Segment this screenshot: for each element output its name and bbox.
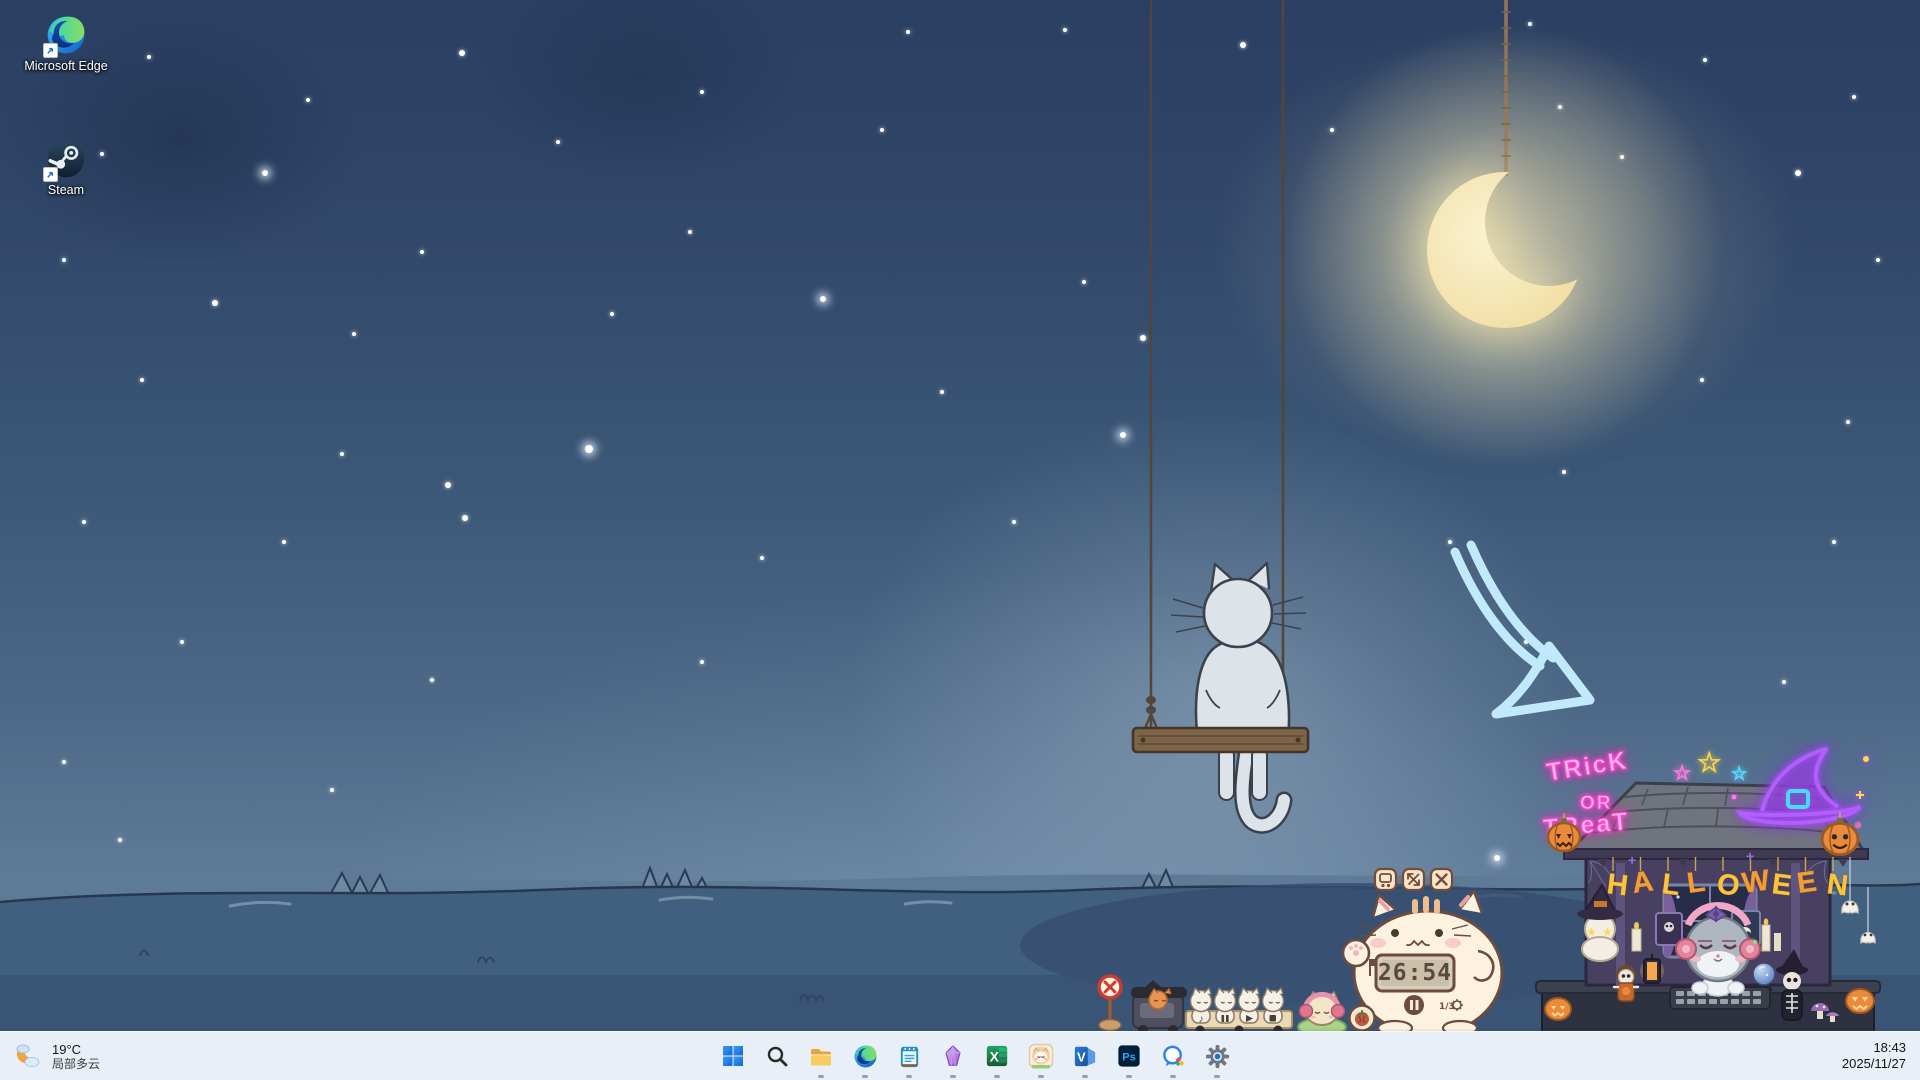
halloween-banner-letter: O	[1715, 868, 1741, 903]
hanging-moon	[1427, 0, 1583, 328]
running-indicator	[1170, 1075, 1176, 1078]
svg-text:★: ★	[1602, 925, 1613, 939]
expand-button[interactable]	[1403, 869, 1424, 890]
start-button[interactable]	[711, 1032, 755, 1080]
desktop-icon-edge[interactable]: Microsoft Edge	[24, 14, 108, 74]
svg-text:♪: ♪	[1199, 1014, 1204, 1025]
svg-text:★: ★	[1586, 925, 1597, 939]
listener-cat[interactable]	[1298, 992, 1346, 1036]
weather-moon-cloud-icon	[12, 1040, 44, 1072]
desktop-icon-label: Steam	[24, 183, 108, 198]
tray-time: 18:43	[1873, 1040, 1906, 1056]
cross-decoration: +	[1628, 852, 1636, 868]
crystal-app-button[interactable]	[931, 1032, 975, 1080]
edge-icon	[45, 14, 87, 56]
timer-time: 26:54	[1378, 960, 1452, 986]
cross-decoration: +	[1746, 848, 1754, 864]
jack-o-lantern	[1545, 998, 1571, 1020]
file-explorer-button[interactable]	[799, 1032, 843, 1080]
weather-condition: 局部多云	[52, 1057, 100, 1071]
cat-app-icon	[1028, 1043, 1054, 1069]
steam-icon	[45, 138, 87, 180]
gear-icon	[1205, 1044, 1230, 1069]
arrow-annotation	[1455, 545, 1590, 714]
notepad-icon	[897, 1044, 922, 1069]
pomodoro-cat-art: 26:54 1/3	[1340, 855, 1518, 1035]
train-engine	[1131, 980, 1187, 1035]
timer-display: 26:54	[1376, 955, 1454, 991]
pause-cat[interactable]	[1215, 988, 1236, 1023]
notepad-button[interactable]	[887, 1032, 931, 1080]
svg-text:V: V	[1077, 1050, 1086, 1065]
photoshop-button[interactable]: Ps	[1107, 1032, 1151, 1080]
taskbar-center: X V	[711, 1032, 1239, 1080]
playlist-cat[interactable]: ♪	[1191, 988, 1212, 1025]
chat-app-button[interactable]	[1151, 1032, 1195, 1080]
close-button[interactable]	[1431, 869, 1452, 890]
chat-bubble-icon	[1161, 1044, 1186, 1069]
running-indicator	[818, 1075, 824, 1078]
excel-icon: X	[985, 1044, 1009, 1068]
taskbar: 19°C 局部多云	[0, 1031, 1920, 1080]
shortcut-arrow-icon	[43, 167, 58, 182]
crystal-icon	[941, 1044, 965, 1068]
edge-icon	[853, 1044, 878, 1069]
cat-app-button[interactable]	[1019, 1032, 1063, 1080]
swing-cat	[1133, 0, 1308, 825]
desktop-icon-steam[interactable]: Steam	[24, 138, 108, 198]
running-indicator	[1126, 1075, 1132, 1078]
edge-button[interactable]	[843, 1032, 887, 1080]
windows-logo-icon	[721, 1044, 745, 1068]
jack-o-lantern	[1846, 989, 1874, 1013]
tray-date: 2025/11/27	[1842, 1056, 1906, 1072]
halloween-banner-letter: A	[1630, 865, 1655, 900]
running-indicator	[994, 1075, 1000, 1078]
svg-text:Ps: Ps	[1122, 1052, 1136, 1064]
svg-text:X: X	[990, 1049, 1000, 1065]
halloween-banner-letter: N	[1825, 868, 1850, 902]
close-sign[interactable]	[1099, 976, 1121, 1031]
cat-train-widget[interactable]: ♪	[1085, 973, 1351, 1040]
taskbar-weather-widget[interactable]: 19°C 局部多云	[0, 1032, 112, 1080]
pause-button[interactable]	[1404, 995, 1424, 1015]
pomodoro-cat-widget[interactable]: 26:54 1/3	[1340, 855, 1518, 1035]
halloween-banner-letter: E	[1770, 868, 1793, 902]
stop-cat[interactable]	[1263, 988, 1284, 1023]
desktop: Microsoft Edge Steam	[0, 0, 1920, 1080]
neon-trick-text: TRicK	[1545, 746, 1631, 787]
halloween-art: TRicK OR TReaT ★ ★ ★	[1528, 737, 1888, 1049]
search-button[interactable]	[755, 1032, 799, 1080]
running-indicator	[1038, 1075, 1044, 1078]
desktop-icon-label: Microsoft Edge	[24, 59, 108, 74]
running-indicator	[950, 1075, 956, 1078]
shortcut-arrow-icon	[43, 43, 58, 58]
tomato-badge[interactable]	[1350, 1006, 1375, 1031]
visio-icon: V	[1073, 1044, 1097, 1068]
weather-temp: 19°C	[52, 1042, 100, 1057]
visio-button[interactable]: V	[1063, 1032, 1107, 1080]
running-indicator	[1082, 1075, 1088, 1078]
running-indicator	[906, 1075, 912, 1078]
settings-button[interactable]	[1195, 1032, 1239, 1080]
neon-star-yellow-icon: ★	[1698, 749, 1720, 777]
train-toggle-button[interactable]	[1375, 869, 1396, 890]
play-cat[interactable]	[1239, 988, 1260, 1023]
cat-train-art: ♪	[1085, 973, 1351, 1040]
excel-button[interactable]: X	[975, 1032, 1019, 1080]
folder-icon	[808, 1043, 834, 1069]
neon-star-cyan-icon: ★	[1732, 766, 1746, 783]
photoshop-icon: Ps	[1117, 1044, 1141, 1068]
taskbar-clock[interactable]: 18:43 2025/11/27	[1828, 1032, 1920, 1080]
neon-star-pink-icon: ★	[1674, 763, 1690, 783]
running-indicator	[1214, 1075, 1220, 1078]
halloween-banner-letter: W	[1740, 864, 1772, 900]
running-indicator	[862, 1075, 868, 1078]
search-icon	[765, 1044, 789, 1068]
halloween-widget[interactable]: TRicK OR TReaT ★ ★ ★	[1528, 737, 1888, 1049]
